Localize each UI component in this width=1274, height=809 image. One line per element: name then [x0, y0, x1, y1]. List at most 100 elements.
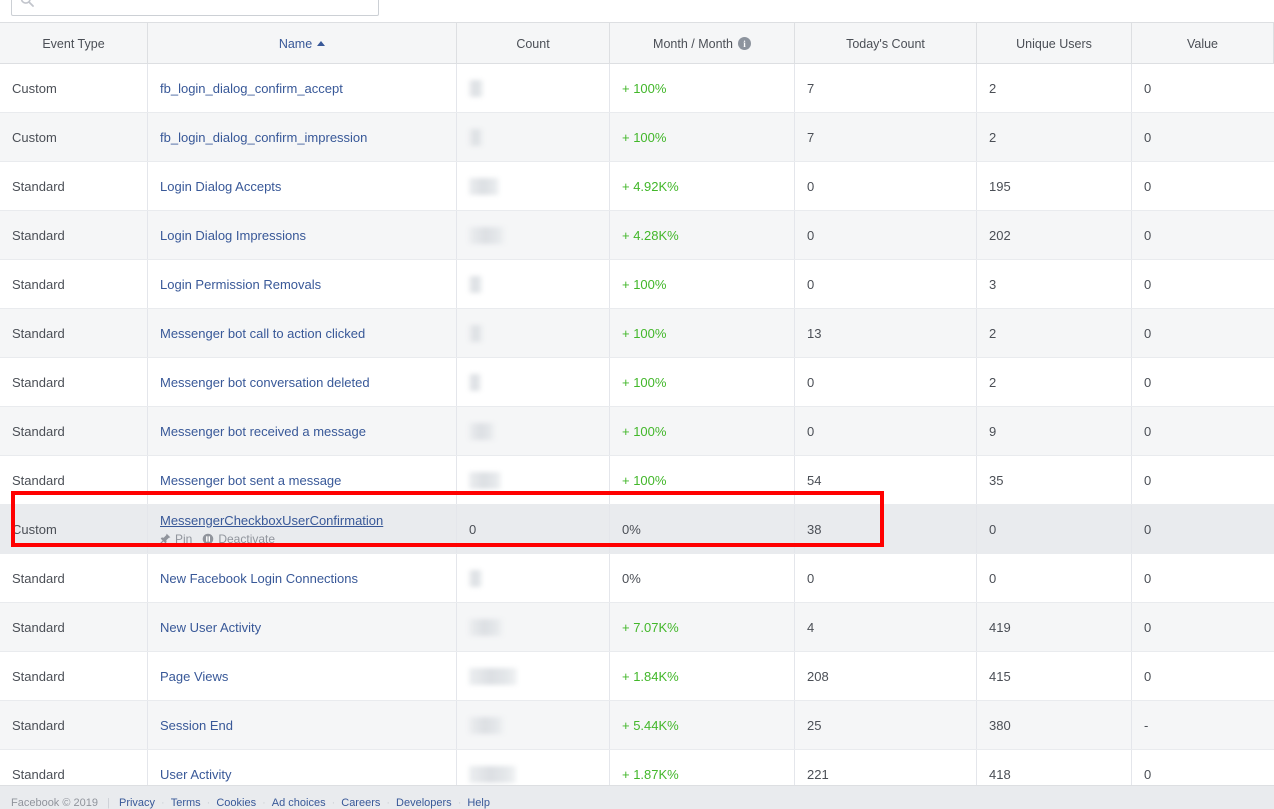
- footer-text: Facebook © 2019 | Privacy · Terms · Cookies ·…: [11, 797, 490, 809]
- table-row[interactable]: Standard Messenger bot received a message…: [0, 407, 1274, 456]
- cell-todays-count: 0: [795, 407, 977, 455]
- table-row[interactable]: Standard New Facebook Login Connections 0%…: [0, 554, 1274, 603]
- event-name-link[interactable]: New Facebook Login Connections: [160, 571, 358, 586]
- event-name-link[interactable]: Page Views: [160, 669, 228, 684]
- month-over-month-value: + 100%: [622, 129, 667, 145]
- event-name-link[interactable]: Session End: [160, 718, 233, 733]
- footer-link-developers[interactable]: Developers: [396, 797, 452, 809]
- column-header-month-over-month[interactable]: Month / Month i: [610, 23, 795, 64]
- month-over-month-value: + 100%: [622, 423, 667, 439]
- column-header-label: Month / Month: [653, 36, 733, 51]
- table-row[interactable]: Custom fb_login_dialog_confirm_accept + 10…: [0, 64, 1274, 113]
- event-name-link[interactable]: fb_login_dialog_confirm_accept: [160, 81, 343, 96]
- event-name-link[interactable]: Messenger bot received a message: [160, 424, 366, 439]
- unique-users-value: 202: [989, 227, 1011, 243]
- event-name-link[interactable]: Login Permission Removals: [160, 277, 321, 292]
- value-cell-text: -: [1144, 717, 1149, 733]
- table-row[interactable]: Custom fb_login_dialog_confirm_impression…: [0, 113, 1274, 162]
- footer-link-separator: ·: [457, 797, 462, 809]
- cell-month-over-month: + 5.44K%: [610, 701, 795, 749]
- table-row[interactable]: Standard Messenger bot sent a message + 10…: [0, 456, 1274, 505]
- footer-link-ad-choices[interactable]: Ad choices: [272, 797, 326, 809]
- footer-link-separator: ·: [386, 797, 391, 809]
- search-input[interactable]: [34, 0, 370, 8]
- column-header-name[interactable]: Name: [148, 23, 457, 64]
- cell-event-type: Custom: [0, 505, 148, 553]
- column-header-label: Today's Count: [846, 36, 925, 51]
- footer-link-cookies[interactable]: Cookies: [216, 797, 256, 809]
- table-row[interactable]: Standard Messenger bot call to action cli…: [0, 309, 1274, 358]
- todays-count-value: 7: [807, 129, 815, 145]
- cell-value: 0: [1132, 113, 1274, 161]
- column-header-unique-users[interactable]: Unique Users: [977, 23, 1132, 64]
- page-footer: Facebook © 2019 | Privacy · Terms · Cookies ·…: [0, 785, 1274, 809]
- event-name-link[interactable]: MessengerCheckboxUserConfirmation: [160, 513, 383, 528]
- table-row[interactable]: Custom MessengerCheckboxUserConfirmation P…: [0, 505, 1274, 554]
- event-name-link[interactable]: New User Activity: [160, 620, 261, 635]
- cell-todays-count: 54: [795, 456, 977, 504]
- cell-unique-users: 35: [977, 456, 1132, 504]
- event-name-link[interactable]: Messenger bot call to action clicked: [160, 326, 365, 341]
- value-cell-text: 0: [1144, 276, 1152, 292]
- footer-link-help[interactable]: Help: [467, 797, 490, 809]
- cell-event-type: Standard: [0, 603, 148, 651]
- footer-links: Privacy · Terms · Cookies · Ad choices · Careers…: [119, 797, 490, 809]
- footer-link-terms[interactable]: Terms: [171, 797, 201, 809]
- cell-month-over-month: + 4.28K%: [610, 211, 795, 259]
- table-row[interactable]: Standard Login Permission Removals + 100% 0…: [0, 260, 1274, 309]
- month-over-month-value: 0%: [622, 521, 641, 537]
- deactivate-action[interactable]: Deactivate: [202, 532, 275, 546]
- deactivate-label: Deactivate: [218, 531, 276, 546]
- table-row[interactable]: Standard Login Dialog Impressions + 4.28K%…: [0, 211, 1274, 260]
- column-header-count[interactable]: Count: [457, 23, 610, 64]
- cell-value: 0: [1132, 358, 1274, 406]
- event-name-link[interactable]: Login Dialog Accepts: [160, 179, 281, 194]
- cell-unique-users: 380: [977, 701, 1132, 749]
- cell-unique-users: 2: [977, 64, 1132, 112]
- table-row[interactable]: Standard Messenger bot conversation delet…: [0, 358, 1274, 407]
- value-cell-text: 0: [1144, 80, 1152, 96]
- pin-action[interactable]: Pin: [160, 532, 192, 546]
- unique-users-value: 0: [989, 521, 997, 537]
- event-name-link[interactable]: fb_login_dialog_confirm_impression: [160, 130, 367, 145]
- cell-count: [457, 162, 610, 210]
- event-name-link[interactable]: User Activity: [160, 767, 232, 782]
- count-redacted-bar: [469, 226, 505, 244]
- cell-event-name: Session End: [148, 701, 457, 749]
- table-row[interactable]: Standard Page Views + 1.84K% 208 415 0: [0, 652, 1274, 701]
- unique-users-value: 2: [989, 374, 997, 390]
- value-cell-text: 0: [1144, 129, 1152, 145]
- event-name-link[interactable]: Messenger bot sent a message: [160, 473, 341, 488]
- count-redacted-bar: [469, 275, 482, 293]
- table-row[interactable]: Standard Session End + 5.44K% 25 380 -: [0, 701, 1274, 750]
- cell-event-name: Messenger bot conversation deleted: [148, 358, 457, 406]
- footer-link-careers[interactable]: Careers: [341, 797, 380, 809]
- count-redacted-bar: [469, 128, 483, 146]
- column-header-name-link[interactable]: Name: [279, 37, 326, 51]
- cell-month-over-month: + 100%: [610, 456, 795, 504]
- cell-todays-count: 7: [795, 113, 977, 161]
- event-name-link[interactable]: Login Dialog Impressions: [160, 228, 306, 243]
- cell-event-type: Standard: [0, 701, 148, 749]
- event-type-label: Standard: [12, 227, 65, 243]
- column-header-todays-count[interactable]: Today's Count: [795, 23, 977, 64]
- column-header-event-type[interactable]: Event Type: [0, 23, 148, 64]
- event-type-label: Standard: [12, 717, 65, 733]
- column-header-label: Count: [516, 36, 550, 51]
- table-row[interactable]: Standard Login Dialog Accepts + 4.92K% 0 195…: [0, 162, 1274, 211]
- table-row[interactable]: Standard New User Activity + 7.07K% 4 419 0: [0, 603, 1274, 652]
- value-cell-text: 0: [1144, 766, 1152, 782]
- footer-link-separator: ·: [262, 797, 266, 809]
- value-cell-text: 0: [1144, 570, 1152, 586]
- month-over-month-value: + 7.07K%: [622, 619, 679, 635]
- event-type-label: Custom: [12, 521, 57, 537]
- column-header-value[interactable]: Value: [1132, 23, 1274, 64]
- cell-event-type: Standard: [0, 456, 148, 504]
- info-icon[interactable]: i: [737, 37, 751, 50]
- event-name-link[interactable]: Messenger bot conversation deleted: [160, 375, 370, 390]
- count-redacted-bar: [469, 177, 499, 195]
- count-redacted-bar: [469, 569, 482, 587]
- footer-link-privacy[interactable]: Privacy: [119, 797, 155, 809]
- search-box[interactable]: [11, 0, 379, 16]
- value-cell-text: 0: [1144, 178, 1152, 194]
